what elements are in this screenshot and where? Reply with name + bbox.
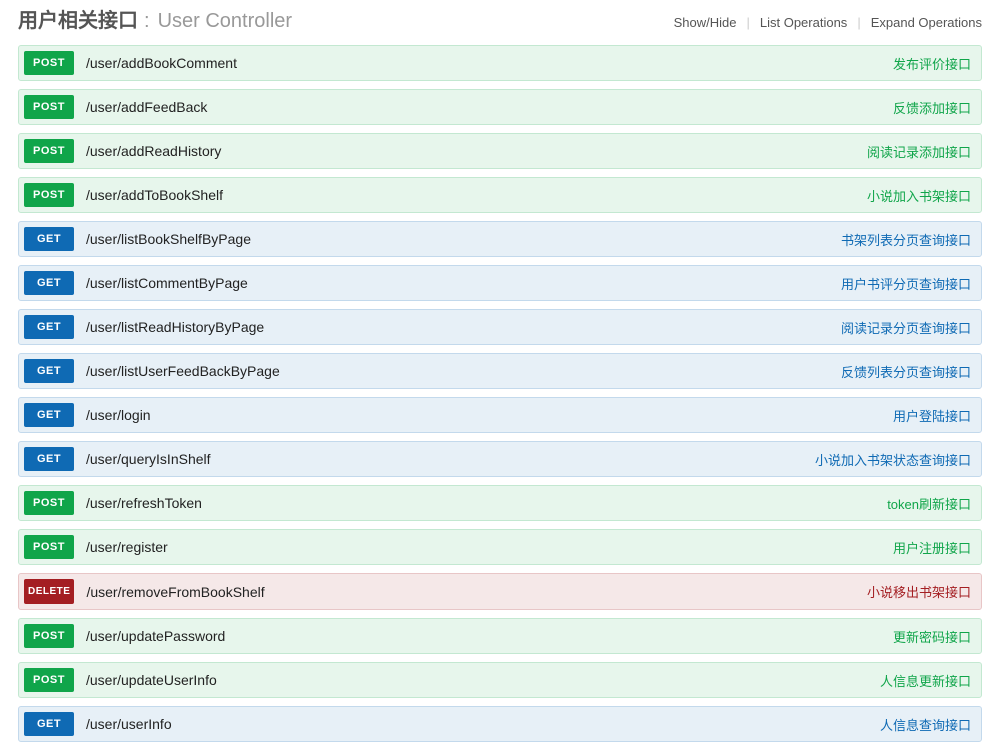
http-method-badge: POST xyxy=(24,668,74,692)
controller-title-en: User Controller xyxy=(158,10,292,33)
operation-row[interactable]: GET/user/login 用户登陆接口 xyxy=(18,397,982,433)
operation-row[interactable]: GET/user/listBookShelfByPage 书架列表分页查询接口 xyxy=(18,221,982,257)
list-operations-link[interactable]: List Operations xyxy=(760,15,847,30)
endpoint-description: 用户登陆接口 xyxy=(893,406,971,425)
endpoint-description: 反馈列表分页查询接口 xyxy=(841,362,971,381)
endpoint-path[interactable]: /user/login xyxy=(86,407,151,423)
http-method-badge: GET xyxy=(24,227,74,251)
endpoint-path[interactable]: /user/addReadHistory xyxy=(86,143,221,159)
operation-row[interactable]: GET/user/listReadHistoryByPage 阅读记录分页查询接口 xyxy=(18,309,982,345)
http-method-badge: GET xyxy=(24,271,74,295)
http-method-badge: POST xyxy=(24,139,74,163)
endpoint-description: 阅读记录添加接口 xyxy=(867,142,971,161)
link-separator: | xyxy=(746,15,749,30)
endpoint-path[interactable]: /user/addBookComment xyxy=(86,55,237,71)
http-method-badge: GET xyxy=(24,403,74,427)
operation-row[interactable]: POST/user/refreshToken token刷新接口 xyxy=(18,485,982,521)
endpoint-path[interactable]: /user/addFeedBack xyxy=(86,99,207,115)
show-hide-link[interactable]: Show/Hide xyxy=(674,15,737,30)
endpoint-path[interactable]: /user/listCommentByPage xyxy=(86,275,248,291)
endpoint-description: 阅读记录分页查询接口 xyxy=(841,318,971,337)
http-method-badge: DELETE xyxy=(24,579,74,604)
endpoint-description: 更新密码接口 xyxy=(893,627,971,646)
operation-row[interactable]: POST/user/addFeedBack 反馈添加接口 xyxy=(18,89,982,125)
endpoint-description: 书架列表分页查询接口 xyxy=(841,230,971,249)
endpoint-description: 发布评价接口 xyxy=(893,54,971,73)
operation-row[interactable]: GET/user/listCommentByPage 用户书评分页查询接口 xyxy=(18,265,982,301)
endpoint-path[interactable]: /user/register xyxy=(86,539,168,555)
http-method-badge: GET xyxy=(24,359,74,383)
http-method-badge: POST xyxy=(24,183,74,207)
link-separator: | xyxy=(857,15,860,30)
endpoint-path[interactable]: /user/userInfo xyxy=(86,716,172,732)
endpoint-path[interactable]: /user/updatePassword xyxy=(86,628,225,644)
operation-row[interactable]: POST/user/updateUserInfo 人信息更新接口 xyxy=(18,662,982,698)
operation-row[interactable]: DELETE/user/removeFromBookShelf 小说移出书架接口 xyxy=(18,573,982,610)
endpoint-path[interactable]: /user/listUserFeedBackByPage xyxy=(86,363,280,379)
operation-row[interactable]: POST/user/addReadHistory 阅读记录添加接口 xyxy=(18,133,982,169)
title-separator: : xyxy=(144,10,150,33)
operations-list: POST/user/addBookComment发布评价接口POST/user/… xyxy=(18,45,982,742)
endpoint-description: 小说加入书架接口 xyxy=(867,186,971,205)
operation-row[interactable]: POST/user/updatePassword 更新密码接口 xyxy=(18,618,982,654)
operation-row[interactable]: POST/user/addToBookShelf 小说加入书架接口 xyxy=(18,177,982,213)
controller-header: 用户相关接口 : User Controller Show/Hide | Lis… xyxy=(18,0,982,45)
endpoint-description: 小说移出书架接口 xyxy=(867,582,971,601)
endpoint-description: 人信息查询接口 xyxy=(880,715,971,734)
expand-operations-link[interactable]: Expand Operations xyxy=(871,15,982,30)
endpoint-description: 用户注册接口 xyxy=(893,538,971,557)
endpoint-path[interactable]: /user/addToBookShelf xyxy=(86,187,223,203)
operation-row[interactable]: GET/user/queryIsInShelf 小说加入书架状态查询接口 xyxy=(18,441,982,477)
header-links: Show/Hide | List Operations | Expand Ope… xyxy=(674,15,982,30)
endpoint-path[interactable]: /user/listBookShelfByPage xyxy=(86,231,251,247)
http-method-badge: GET xyxy=(24,447,74,471)
controller-title-cn[interactable]: 用户相关接口 xyxy=(18,4,138,33)
endpoint-path[interactable]: /user/removeFromBookShelf xyxy=(86,584,264,600)
http-method-badge: POST xyxy=(24,491,74,515)
endpoint-description: 用户书评分页查询接口 xyxy=(841,274,971,293)
operation-row[interactable]: GET/user/userInfo 人信息查询接口 xyxy=(18,706,982,742)
operation-row[interactable]: GET/user/listUserFeedBackByPage 反馈列表分页查询接… xyxy=(18,353,982,389)
endpoint-path[interactable]: /user/listReadHistoryByPage xyxy=(86,319,264,335)
endpoint-description: 人信息更新接口 xyxy=(880,671,971,690)
operation-row[interactable]: POST/user/addBookComment 发布评价接口 xyxy=(18,45,982,81)
endpoint-description: 小说加入书架状态查询接口 xyxy=(815,450,971,469)
endpoint-path[interactable]: /user/queryIsInShelf xyxy=(86,451,211,467)
http-method-badge: GET xyxy=(24,315,74,339)
endpoint-description: 反馈添加接口 xyxy=(893,98,971,117)
http-method-badge: POST xyxy=(24,95,74,119)
http-method-badge: GET xyxy=(24,712,74,736)
http-method-badge: POST xyxy=(24,51,74,75)
endpoint-path[interactable]: /user/updateUserInfo xyxy=(86,672,217,688)
operation-row[interactable]: POST/user/register 用户注册接口 xyxy=(18,529,982,565)
endpoint-path[interactable]: /user/refreshToken xyxy=(86,495,202,511)
http-method-badge: POST xyxy=(24,624,74,648)
endpoint-description: token刷新接口 xyxy=(887,494,971,513)
http-method-badge: POST xyxy=(24,535,74,559)
